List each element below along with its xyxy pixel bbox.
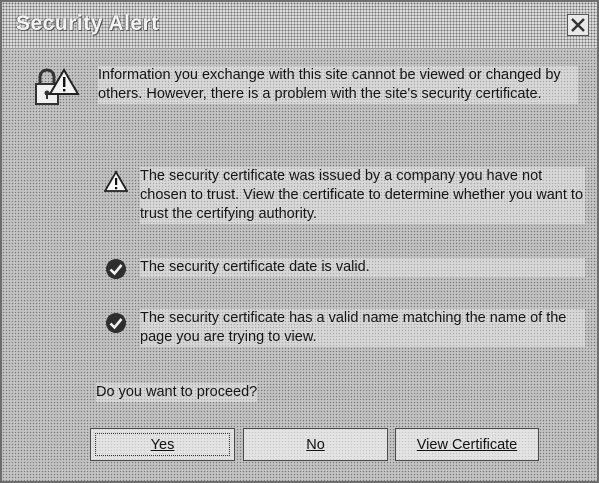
dialog-title: Security Alert	[16, 12, 159, 35]
check-icon	[104, 257, 128, 281]
warning-icon	[103, 170, 129, 194]
padlock-icon	[30, 64, 82, 116]
title-bar[interactable]: Security Alert	[2, 2, 597, 49]
close-button[interactable]	[567, 14, 589, 36]
warning-message: The security certificate was issued by a…	[140, 167, 585, 224]
no-button-label: No	[306, 436, 325, 453]
no-button[interactable]: No	[243, 428, 388, 461]
check-icon	[104, 311, 128, 335]
view-certificate-button[interactable]: View Certificate	[395, 428, 539, 461]
yes-button-label: Yes	[150, 436, 175, 453]
close-icon	[571, 18, 585, 32]
name-valid-message: The security certificate has a valid nam…	[140, 309, 585, 347]
intro-text: Information you exchange with this site …	[98, 66, 578, 104]
view-certificate-button-label: View Certificate	[416, 436, 518, 453]
yes-button[interactable]: Yes	[90, 428, 235, 461]
security-alert-dialog: Security Alert Information you exchange …	[0, 0, 599, 483]
date-valid-message: The security certificate date is valid.	[140, 258, 585, 277]
proceed-question: Do you want to proceed?	[96, 383, 258, 402]
